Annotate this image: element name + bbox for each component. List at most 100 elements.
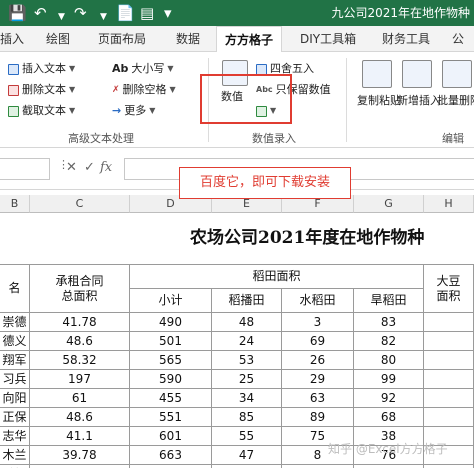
- round-button[interactable]: 四舍五入: [256, 62, 314, 76]
- cell-total-area[interactable]: 48.6: [30, 332, 130, 351]
- more-number-options[interactable]: ▼: [256, 104, 276, 118]
- document-icon[interactable]: 📄: [116, 3, 135, 23]
- group-divider: [346, 58, 347, 142]
- cell-name[interactable]: 习兵: [0, 370, 30, 389]
- tab-draw[interactable]: 绘图: [46, 26, 70, 52]
- cell-paddy[interactable]: 26: [282, 351, 354, 370]
- header-rice-area[interactable]: 稻田面积: [130, 265, 424, 289]
- cell-dry[interactable]: 99: [354, 370, 424, 389]
- cell-subtotal[interactable]: 565: [130, 351, 212, 370]
- header-subtotal[interactable]: 小计: [130, 289, 212, 313]
- cell-total-area[interactable]: 48.6: [30, 408, 130, 427]
- header-dry[interactable]: 旱稻田: [354, 289, 424, 313]
- cell-soy[interactable]: [424, 389, 474, 408]
- undo-icon[interactable]: ↶: [34, 3, 47, 23]
- cell-paddy[interactable]: 3: [282, 313, 354, 332]
- cell-name[interactable]: 崇德: [0, 313, 30, 332]
- cell-name[interactable]: 向阳: [0, 389, 30, 408]
- cell-subtotal[interactable]: 455: [130, 389, 212, 408]
- redo-dropdown-icon[interactable]: ▼: [100, 7, 107, 27]
- cell-dry[interactable]: 83: [354, 313, 424, 332]
- keep-values-button[interactable]: Abc 只保留数值: [256, 83, 331, 97]
- batch-delete-button[interactable]: 批量删除: [437, 94, 474, 108]
- chevron-down-icon: ▼: [69, 85, 76, 94]
- tab-page-layout[interactable]: 页面布局: [98, 26, 146, 52]
- delete-spaces-button[interactable]: ✗ 删除空格 ▼: [112, 83, 176, 97]
- cell-soy[interactable]: [424, 332, 474, 351]
- cell-rice-field[interactable]: 24: [212, 332, 282, 351]
- cell-dry[interactable]: 80: [354, 351, 424, 370]
- cell-total-area[interactable]: 41.1: [30, 427, 130, 446]
- insert-text-button[interactable]: 插入文本 ▼: [8, 62, 75, 76]
- cell-paddy[interactable]: 63: [282, 389, 354, 408]
- case-button[interactable]: Ab 大小写 ▼: [112, 62, 174, 76]
- cell-soy[interactable]: [424, 351, 474, 370]
- tab-diy-toolbox[interactable]: DIY工具箱: [300, 26, 356, 52]
- cell-subtotal[interactable]: 601: [130, 427, 212, 446]
- column-header-h[interactable]: H: [424, 195, 474, 213]
- quick-access-dropdown-icon[interactable]: ▾: [164, 3, 172, 23]
- copy-paste-button[interactable]: 复制粘贴: [357, 94, 401, 108]
- cell-rice-field[interactable]: 34: [212, 389, 282, 408]
- cell-subtotal[interactable]: 663: [130, 446, 212, 465]
- redo-icon[interactable]: ↷: [74, 3, 87, 23]
- cell-total-area[interactable]: 39.78: [30, 446, 130, 465]
- cell-rice-field[interactable]: 47: [212, 446, 282, 465]
- cell-subtotal[interactable]: 490: [130, 313, 212, 332]
- cell-rice-field[interactable]: 25: [212, 370, 282, 389]
- cell-dry[interactable]: 92: [354, 389, 424, 408]
- cell-name[interactable]: 翔军: [0, 351, 30, 370]
- cell-soy[interactable]: [424, 408, 474, 427]
- form-icon[interactable]: ▤: [140, 3, 154, 23]
- column-header-c[interactable]: C: [30, 195, 130, 213]
- tab-formula[interactable]: 公: [452, 26, 464, 52]
- header-name[interactable]: 名: [0, 265, 30, 313]
- cell-total-area[interactable]: 58.32: [30, 351, 130, 370]
- cell-total-area[interactable]: 197: [30, 370, 130, 389]
- cell-total-area[interactable]: 41.78: [30, 313, 130, 332]
- cell-name[interactable]: 正保: [0, 408, 30, 427]
- column-header-g[interactable]: G: [354, 195, 424, 213]
- name-box[interactable]: [0, 158, 50, 180]
- cell-paddy[interactable]: 29: [282, 370, 354, 389]
- new-insert-button[interactable]: 新增插入: [397, 94, 441, 108]
- cell-name[interactable]: 德义: [0, 332, 30, 351]
- cell-rice-field[interactable]: 53: [212, 351, 282, 370]
- cell-paddy[interactable]: 69: [282, 332, 354, 351]
- extract-text-button[interactable]: 截取文本 ▼: [8, 104, 75, 118]
- cell-soy[interactable]: [424, 370, 474, 389]
- cell-name[interactable]: 志华: [0, 427, 30, 446]
- cell-subtotal[interactable]: 501: [130, 332, 212, 351]
- cell-rice-field[interactable]: 48: [212, 313, 282, 332]
- cell-dry[interactable]: 68: [354, 408, 424, 427]
- batch-delete-icon: [442, 60, 472, 88]
- undo-dropdown-icon[interactable]: ▼: [58, 7, 65, 27]
- header-paddy[interactable]: 水稻田: [282, 289, 354, 313]
- cancel-icon[interactable]: ✕: [66, 160, 77, 175]
- more-button[interactable]: → 更多 ▼: [112, 104, 155, 118]
- tab-finance-tools[interactable]: 财务工具: [382, 26, 430, 52]
- tab-insert[interactable]: 插入: [0, 26, 24, 52]
- tab-fangfanggezi[interactable]: 方方格子: [216, 26, 282, 52]
- header-rice-field[interactable]: 稻播田: [212, 289, 282, 313]
- tab-data[interactable]: 数据: [176, 26, 200, 52]
- numeric-button[interactable]: 数值: [221, 90, 243, 104]
- cell-rice-field[interactable]: 55: [212, 427, 282, 446]
- save-icon[interactable]: 💾: [8, 3, 27, 23]
- header-total-area[interactable]: 承租合同 总面积: [30, 265, 130, 313]
- copy-paste-icon: [362, 60, 392, 88]
- header-soy[interactable]: 大豆 面积: [424, 265, 474, 313]
- confirm-icon[interactable]: ✓: [84, 160, 95, 175]
- column-header-b[interactable]: B: [0, 195, 30, 213]
- cell-soy[interactable]: [424, 313, 474, 332]
- fx-icon[interactable]: fx: [100, 160, 112, 175]
- cell-dry[interactable]: 82: [354, 332, 424, 351]
- cell-subtotal[interactable]: 590: [130, 370, 212, 389]
- chevron-down-icon: ▼: [149, 106, 156, 115]
- cell-name[interactable]: 木兰: [0, 446, 30, 465]
- cell-paddy[interactable]: 89: [282, 408, 354, 427]
- delete-text-button[interactable]: 删除文本 ▼: [8, 83, 75, 97]
- cell-subtotal[interactable]: 551: [130, 408, 212, 427]
- cell-rice-field[interactable]: 85: [212, 408, 282, 427]
- cell-total-area[interactable]: 61: [30, 389, 130, 408]
